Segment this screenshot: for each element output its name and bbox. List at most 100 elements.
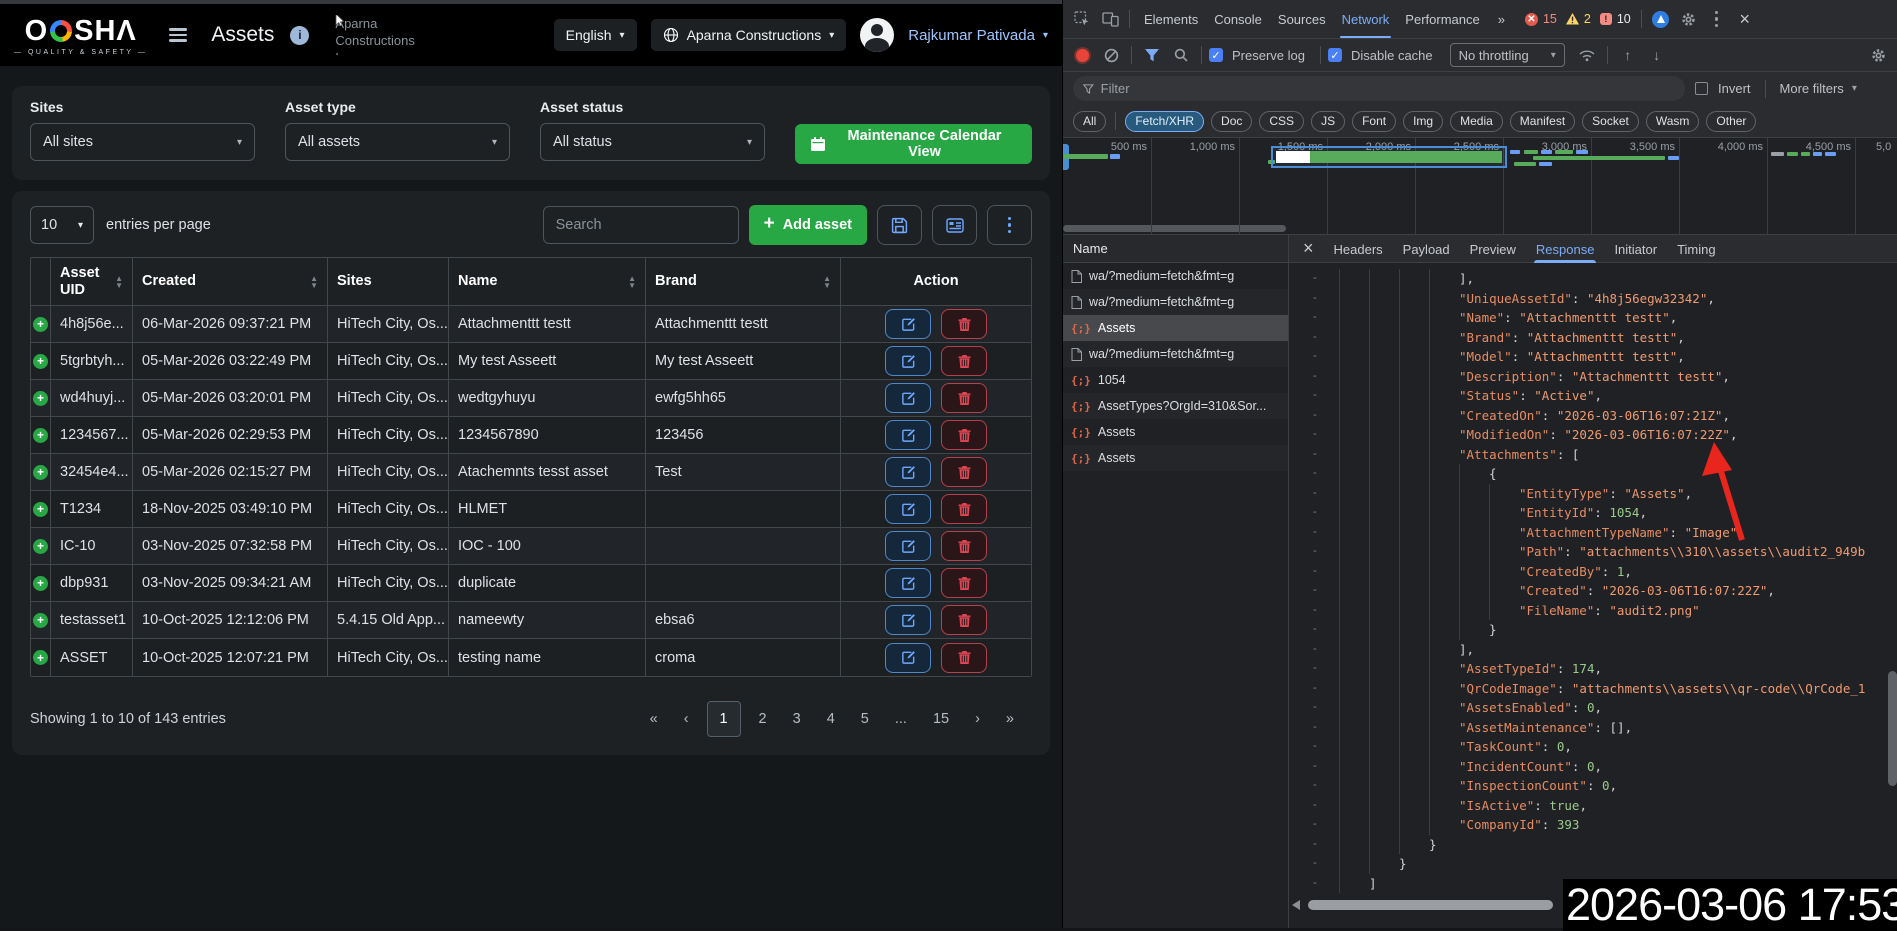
network-overview-timeline[interactable]: 500 ms1,000 ms1,500 ms2,000 ms2,500 ms3,…	[1063, 138, 1897, 235]
request-row[interactable]: {;}1054	[1063, 367, 1288, 393]
user-menu[interactable]: Rajkumar Pativada ▾	[908, 27, 1048, 44]
edit-asset-button[interactable]	[885, 605, 931, 635]
export-save-button[interactable]	[877, 205, 922, 245]
fold-marker[interactable]: -	[1289, 367, 1329, 387]
delete-asset-button[interactable]	[941, 457, 987, 487]
request-row[interactable]: {;}AssetTypes?OrgId=310&Sor...	[1063, 393, 1288, 419]
devtools-tab-network[interactable]: Network	[1334, 0, 1398, 38]
expand-row-icon[interactable]: +	[33, 317, 48, 332]
filter-chip-doc[interactable]: Doc	[1211, 111, 1252, 132]
fold-marker[interactable]: -	[1289, 308, 1329, 328]
edit-asset-button[interactable]	[885, 457, 931, 487]
fold-marker[interactable]: -	[1289, 659, 1329, 679]
fold-marker[interactable]: -	[1289, 464, 1329, 484]
devtools-tab-console[interactable]: Console	[1206, 0, 1270, 38]
fold-marker[interactable]: -	[1289, 445, 1329, 465]
delete-asset-button[interactable]	[941, 383, 987, 413]
detail-tab-preview[interactable]: Preview	[1460, 235, 1526, 263]
vertical-scrollbar[interactable]	[1888, 671, 1897, 786]
fold-marker[interactable]: -	[1289, 874, 1329, 894]
filter-chip-socket[interactable]: Socket	[1582, 111, 1639, 132]
edit-asset-button[interactable]	[885, 643, 931, 673]
request-row[interactable]: {;}Assets	[1063, 419, 1288, 445]
edit-asset-button[interactable]	[885, 531, 931, 561]
request-row[interactable]: {;}Assets	[1063, 315, 1288, 341]
import-har-icon[interactable]: ↑	[1615, 42, 1641, 68]
hamburger-menu-icon[interactable]	[169, 28, 187, 42]
fold-marker[interactable]: -	[1289, 620, 1329, 640]
column-header-created[interactable]: Created▲▼	[133, 258, 328, 305]
expand-row-icon[interactable]: +	[33, 613, 48, 628]
record-network-log-icon[interactable]	[1069, 42, 1095, 68]
asset-status-filter-select[interactable]: All status ▾	[540, 123, 765, 161]
filter-chip-fetchxhr[interactable]: Fetch/XHR	[1125, 111, 1204, 132]
devtools-tab-sources[interactable]: Sources	[1270, 0, 1334, 38]
search-input[interactable]	[543, 206, 739, 244]
page-item-2[interactable]: 2	[759, 711, 767, 727]
expand-row-icon[interactable]: +	[33, 502, 48, 517]
detail-tab-response[interactable]: Response	[1526, 235, 1605, 263]
page-item-›[interactable]: ›	[975, 711, 980, 727]
page-item-»[interactable]: »	[1006, 711, 1014, 727]
edit-asset-button[interactable]	[885, 568, 931, 598]
close-details-icon[interactable]: ×	[1293, 238, 1324, 259]
delete-asset-button[interactable]	[941, 309, 987, 339]
export-har-icon[interactable]: ↓	[1644, 42, 1670, 68]
filter-chip-other[interactable]: Other	[1706, 111, 1756, 132]
more-filters-button[interactable]: More filters ▾	[1780, 81, 1857, 96]
filter-chip-js[interactable]: JS	[1311, 111, 1345, 132]
detail-tab-headers[interactable]: Headers	[1324, 235, 1393, 263]
devtools-close-icon[interactable]: ×	[1732, 6, 1758, 32]
page-item-15[interactable]: 15	[933, 711, 949, 727]
filter-chip-wasm[interactable]: Wasm	[1646, 111, 1700, 132]
fold-marker[interactable]: -	[1289, 757, 1329, 777]
clear-network-log-icon[interactable]	[1098, 42, 1124, 68]
expand-row-icon[interactable]: +	[33, 428, 48, 443]
inspect-element-icon[interactable]	[1069, 6, 1095, 32]
edit-asset-button[interactable]	[885, 309, 931, 339]
add-asset-button[interactable]: + Add asset	[749, 205, 867, 245]
fold-marker[interactable]: -	[1289, 815, 1329, 835]
device-toolbar-icon[interactable]	[1097, 6, 1123, 32]
filter-chip-css[interactable]: CSS	[1259, 111, 1304, 132]
filter-chip-media[interactable]: Media	[1450, 111, 1503, 132]
fold-marker[interactable]: -	[1289, 698, 1329, 718]
fold-marker[interactable]: -	[1289, 562, 1329, 582]
page-item-4[interactable]: 4	[827, 711, 835, 727]
page-item-5[interactable]: 5	[861, 711, 869, 727]
delete-asset-button[interactable]	[941, 531, 987, 561]
fold-marker[interactable]: -	[1289, 386, 1329, 406]
horizontal-scrollbar-thumb[interactable]	[1308, 900, 1553, 910]
column-header-name[interactable]: Name▲▼	[449, 258, 646, 305]
scroll-left-arrow-icon[interactable]	[1292, 900, 1300, 910]
fold-marker[interactable]: -	[1289, 503, 1329, 523]
fold-marker[interactable]: -	[1289, 776, 1329, 796]
filter-chip-manifest[interactable]: Manifest	[1510, 111, 1575, 132]
fold-marker[interactable]: -	[1289, 854, 1329, 874]
search-network-icon[interactable]	[1168, 42, 1194, 68]
company-select[interactable]: Aparna Constructions ▾	[651, 19, 847, 51]
settings-gear-icon[interactable]	[1676, 6, 1702, 32]
fold-marker[interactable]: -	[1289, 406, 1329, 426]
devtools-kebab-menu-icon[interactable]	[1704, 6, 1730, 32]
column-view-button[interactable]	[932, 205, 977, 245]
console-status-badges[interactable]: ✕ 15 2 ! 10	[1525, 12, 1631, 26]
expand-row-icon[interactable]: +	[33, 539, 48, 554]
fold-marker[interactable]: -	[1289, 679, 1329, 699]
sites-filter-select[interactable]: All sites ▾	[30, 123, 255, 161]
fold-marker[interactable]: -	[1289, 347, 1329, 367]
fold-marker[interactable]: -	[1289, 640, 1329, 660]
timeline-scrollbar[interactable]	[1063, 225, 1286, 232]
edit-asset-button[interactable]	[885, 494, 931, 524]
network-conditions-icon[interactable]	[1574, 42, 1600, 68]
more-tabs-button[interactable]: »	[1490, 0, 1513, 38]
delete-asset-button[interactable]	[941, 605, 987, 635]
preserve-log-checkbox[interactable]: ✓	[1209, 48, 1223, 62]
fold-marker[interactable]: -	[1289, 601, 1329, 621]
more-options-button[interactable]	[987, 205, 1032, 245]
filter-chip-all[interactable]: All	[1073, 111, 1106, 132]
fold-marker[interactable]: -	[1289, 269, 1329, 289]
maintenance-calendar-button[interactable]: Maintenance Calendar View	[795, 124, 1032, 164]
invert-checkbox[interactable]	[1695, 82, 1708, 95]
fold-marker[interactable]: -	[1289, 289, 1329, 309]
